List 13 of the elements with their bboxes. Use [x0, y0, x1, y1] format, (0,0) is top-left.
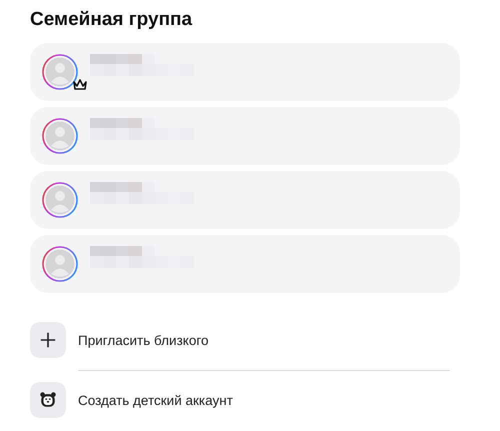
- action-link[interactable]: Пригласить близкого: [78, 332, 208, 348]
- plus-icon[interactable]: [30, 322, 66, 358]
- member-card[interactable]: [30, 235, 460, 293]
- avatar-icon: [42, 54, 78, 90]
- avatar-icon: [42, 118, 78, 154]
- action-link[interactable]: Создать детский аккаунт: [78, 392, 233, 408]
- avatar-icon: [42, 246, 78, 282]
- member-card[interactable]: [30, 43, 460, 101]
- section-title: Семейная группа: [30, 9, 194, 31]
- bear-icon[interactable]: [30, 382, 66, 418]
- member-card[interactable]: [30, 107, 460, 165]
- avatar-icon: [42, 182, 78, 218]
- member-card[interactable]: [30, 171, 460, 229]
